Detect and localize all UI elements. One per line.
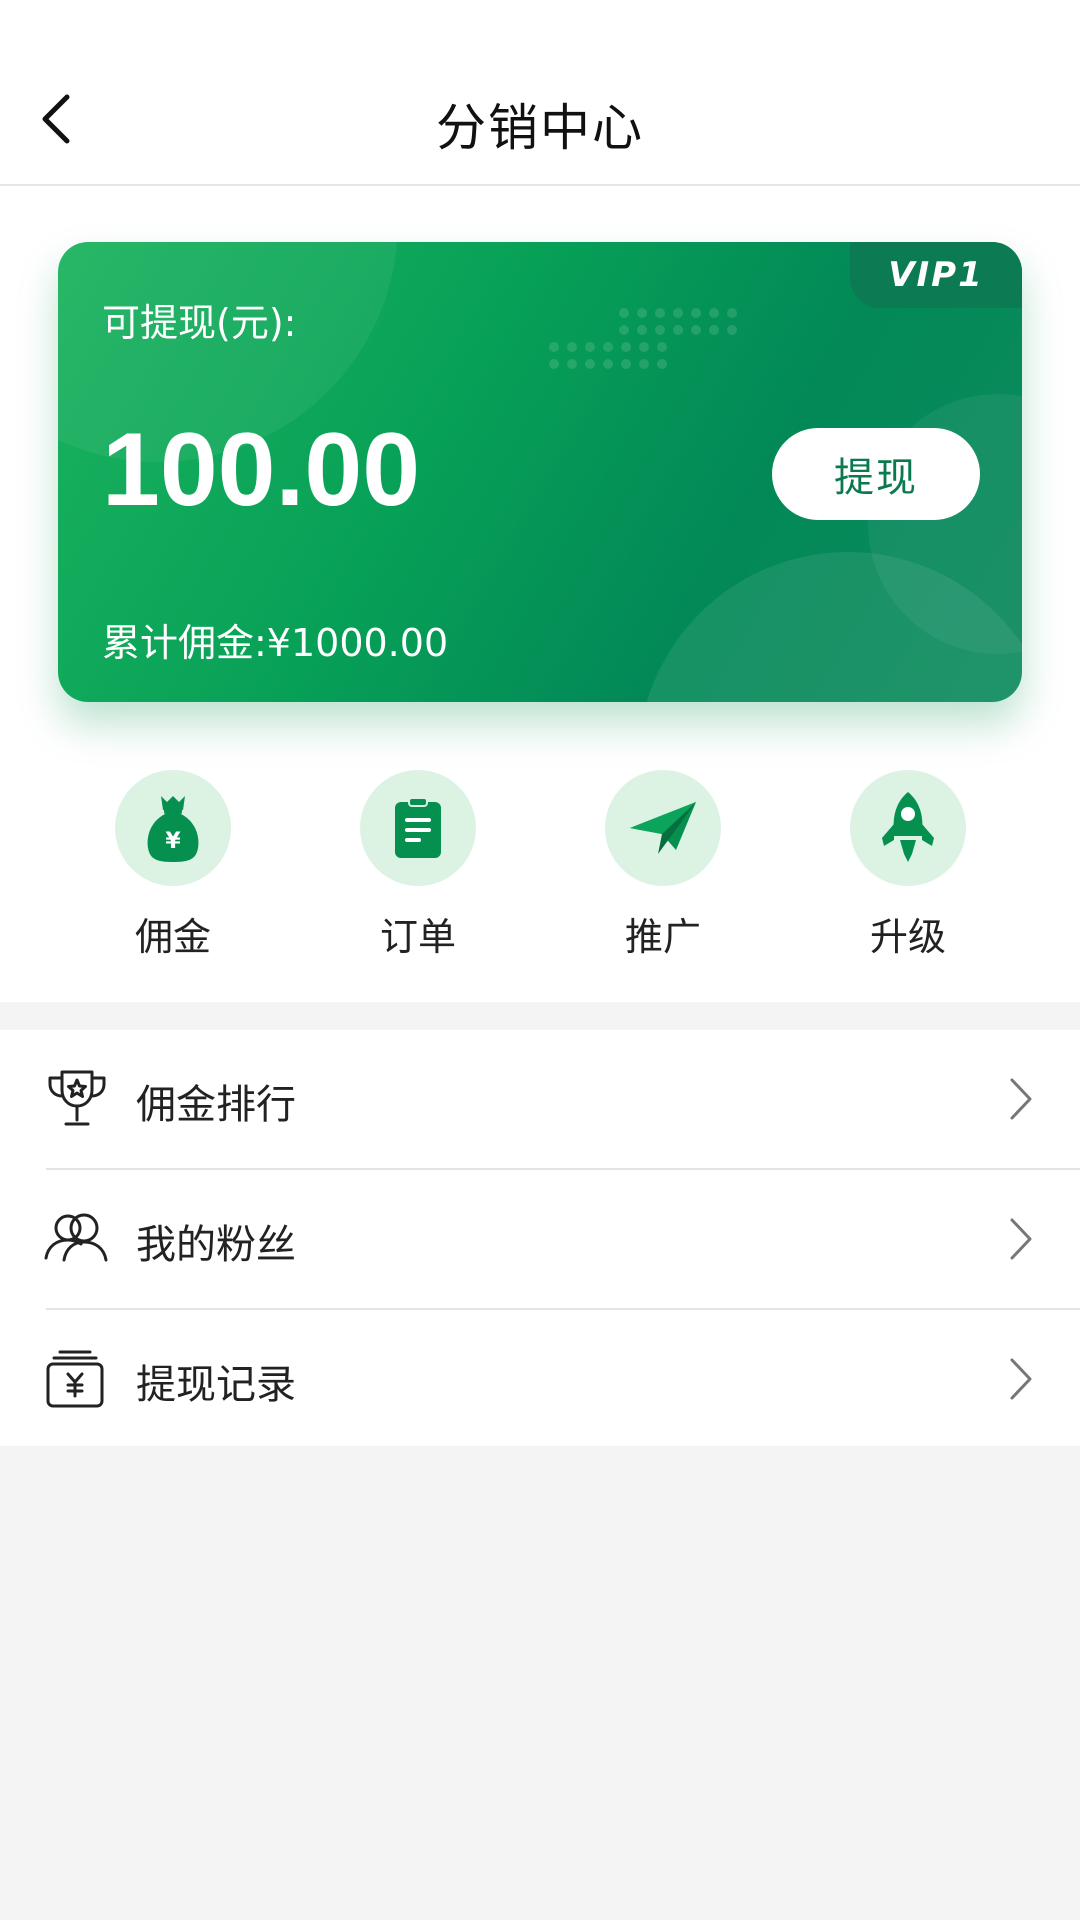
total-commission: 累计佣金:¥1000.00 [102,621,449,665]
trophy-icon [48,1070,106,1126]
top-section: VIP1 可提现(元): 100.00 提现 累计佣金:¥1000.00 ¥ 佣… [0,186,1080,1002]
rocket-icon [882,792,934,862]
menu-item-label: 提现记录 [136,1362,296,1408]
menu-item-commission-ranking[interactable]: 佣金排行 [0,1030,1080,1168]
balance-card: VIP1 可提现(元): 100.00 提现 累计佣金:¥1000.00 [58,242,1022,702]
users-icon [44,1213,108,1262]
quick-action-icon-bg: ¥ [115,770,231,886]
menu-item-my-fans[interactable]: 我的粉丝 [0,1170,1080,1308]
paper-plane-icon [630,802,696,854]
quick-action-label: 佣金 [134,915,211,959]
quick-actions: ¥ 佣金 订单 推广 升级 [0,770,1080,960]
quick-action-upgrade[interactable]: 升级 [808,770,1008,961]
quick-action-label: 推广 [624,915,701,959]
quick-action-label: 升级 [869,915,946,959]
menu-list: 佣金排行 我的粉丝 提现记录 [0,1030,1080,1446]
clipboard-icon [395,797,441,858]
withdraw-button[interactable]: 提现 [772,428,980,520]
dot-pattern-decoration [549,308,737,369]
vip-badge: VIP1 [850,242,1022,308]
quick-action-commission[interactable]: ¥ 佣金 [73,770,273,961]
chevron-right-icon [1010,1358,1032,1400]
balance-amount: 100.00 [102,412,421,528]
withdrawable-label: 可提现(元): [102,301,297,345]
menu-item-label: 佣金排行 [136,1082,296,1128]
menu-item-label: 我的粉丝 [136,1222,296,1268]
quick-action-icon-bg [360,770,476,886]
quick-action-icon-bg [850,770,966,886]
wallet-yen-icon [46,1350,104,1408]
quick-action-orders[interactable]: 订单 [318,770,518,961]
money-bag-icon: ¥ [147,796,199,862]
chevron-right-icon [1010,1078,1032,1120]
quick-action-icon-bg [605,770,721,886]
chevron-right-icon [1010,1218,1032,1260]
quick-action-label: 订单 [379,915,456,959]
quick-action-promote[interactable]: 推广 [563,770,763,961]
header-bar: 分销中心 [0,0,1080,186]
menu-item-withdraw-records[interactable]: 提现记录 [0,1310,1080,1448]
svg-text:¥: ¥ [165,829,181,854]
page-title: 分销中心 [436,99,644,157]
